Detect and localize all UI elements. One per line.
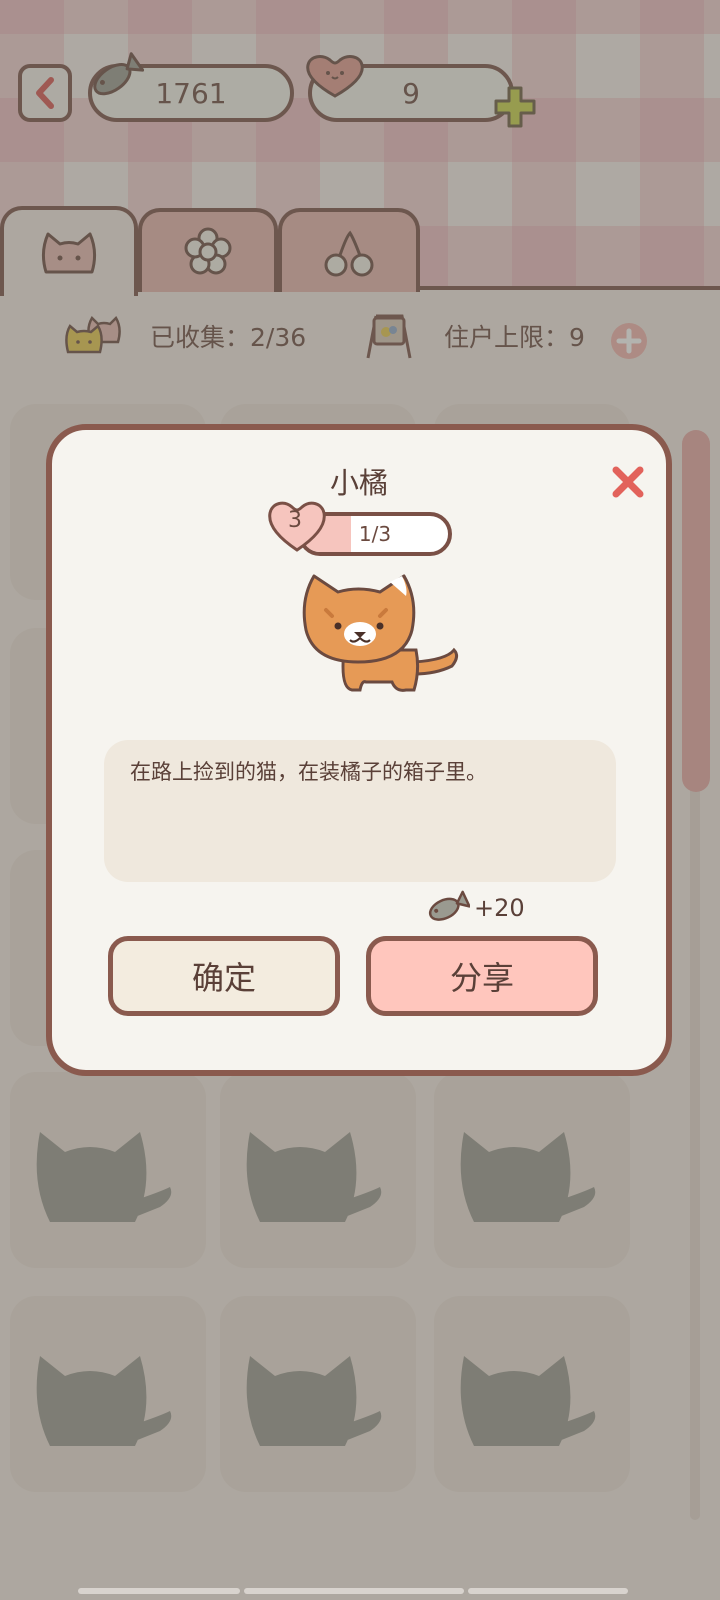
home-indicator (78, 1588, 240, 1594)
affection-level: 3 (288, 508, 302, 533)
cat-detail-dialog: 小橘 1/3 3 在路上捡到的猫，在装橘子的箱子里。 +20 确定 分享 (46, 424, 672, 1076)
home-indicator (468, 1588, 628, 1594)
share-button[interactable]: 分享 (366, 936, 598, 1016)
reward-amount: +20 (474, 894, 525, 922)
confirm-button[interactable]: 确定 (108, 936, 340, 1016)
cat-name: 小橘 (329, 466, 388, 500)
cat-description: 在路上捡到的猫，在装橘子的箱子里。 (104, 740, 616, 882)
home-indicator (244, 1588, 464, 1594)
fish-icon (428, 890, 470, 921)
share-reward: +20 (424, 888, 525, 928)
orange-cat-icon (302, 574, 459, 692)
close-icon[interactable] (608, 462, 648, 502)
